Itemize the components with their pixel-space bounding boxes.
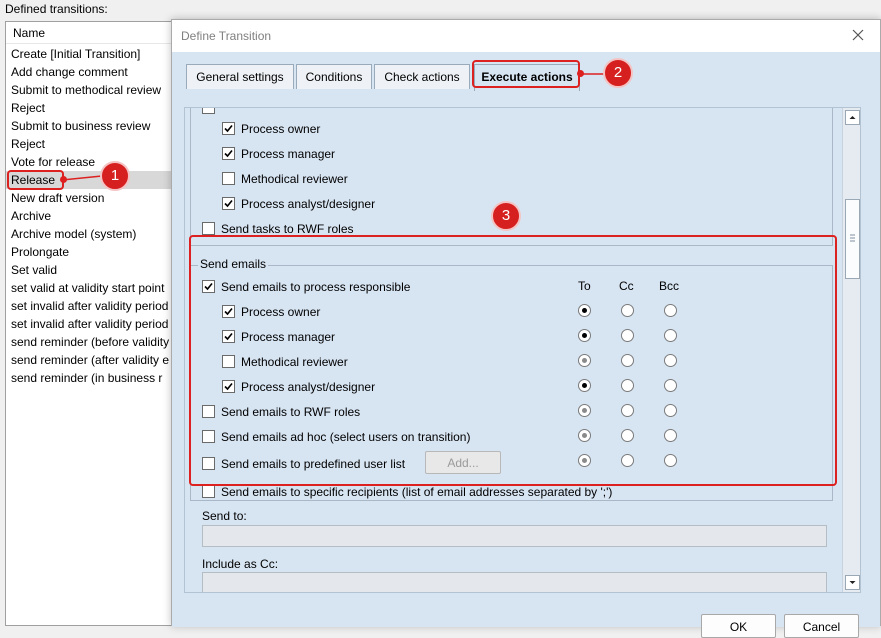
send-tasks-rwf-label: Send tasks to RWF roles — [221, 222, 354, 236]
scroll-up-button[interactable] — [845, 110, 860, 125]
defined-transitions-title: Defined transitions: — [5, 2, 108, 16]
task-methodical-reviewer-checkbox[interactable] — [222, 172, 235, 185]
scrollbar-thumb[interactable] — [845, 199, 860, 279]
annotation-highlight-execute-tab — [472, 60, 580, 88]
annotation-line-1 — [62, 175, 102, 181]
tab-check-actions[interactable]: Check actions — [374, 64, 470, 89]
close-icon[interactable] — [849, 26, 867, 44]
email-specific-recipients-checkbox[interactable] — [202, 485, 215, 498]
tasks-parent-checkbox[interactable] — [202, 108, 215, 114]
cancel-button[interactable]: Cancel — [784, 614, 859, 638]
task-process-owner-checkbox[interactable] — [222, 122, 235, 135]
ok-button[interactable]: OK — [701, 614, 776, 638]
annotation-highlight-send-emails — [189, 235, 837, 486]
task-process-owner-label: Process owner — [241, 122, 321, 136]
dialog-titlebar: Define Transition — [172, 20, 880, 52]
annotation-badge-1: 1 — [100, 161, 130, 191]
task-process-manager-label: Process manager — [241, 147, 336, 161]
send-to-label: Send to: — [202, 509, 247, 523]
annotation-badge-3: 3 — [491, 201, 521, 231]
send-tasks-rwf-checkbox[interactable] — [202, 222, 215, 235]
task-process-manager-checkbox[interactable] — [222, 147, 235, 160]
tab-conditions[interactable]: Conditions — [296, 64, 372, 89]
task-process-analyst-label: Process analyst/designer — [241, 197, 376, 211]
send-to-field[interactable] — [202, 525, 827, 547]
annotation-badge-2: 2 — [603, 58, 633, 88]
annotation-highlight-release — [7, 170, 64, 190]
task-process-analyst-checkbox[interactable] — [222, 197, 235, 210]
email-specific-recipients-label: Send emails to specific recipients (list… — [221, 485, 613, 499]
vertical-scrollbar[interactable] — [842, 108, 860, 592]
include-cc-field[interactable] — [202, 572, 827, 592]
scroll-down-button[interactable] — [845, 575, 860, 590]
include-cc-label: Include as Cc: — [202, 557, 279, 571]
dialog-title: Define Transition — [181, 29, 272, 43]
task-methodical-reviewer-label: Methodical reviewer — [241, 172, 348, 186]
tab-general-settings[interactable]: General settings — [186, 64, 294, 89]
